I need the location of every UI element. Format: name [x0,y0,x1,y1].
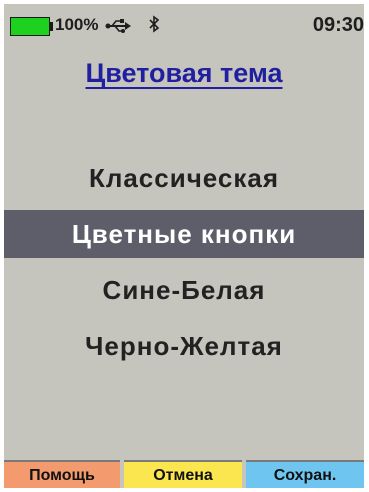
battery-tip [50,22,53,31]
status-bar: 100% 09:30 [4,4,364,48]
menu-item-colored-buttons[interactable]: Цветные кнопки [4,210,364,258]
battery-icon [10,17,53,36]
softkey-bar: Помощь Отмена Сохран. [4,460,364,488]
menu-item-black-yellow[interactable]: Черно-Желтая [4,322,364,370]
page-title: Цветовая тема [4,58,364,89]
page-title-text: Цветовая тема [85,58,283,88]
menu-item-blue-white[interactable]: Сине-Белая [4,266,364,314]
battery-fill [10,17,50,36]
cancel-button[interactable]: Отмена [124,460,242,488]
save-button[interactable]: Сохран. [246,460,364,488]
device-screen: 100% 09:30 Цветовая тема Классическая Цв… [4,4,364,488]
theme-menu: Классическая Цветные кнопки Сине-Белая Ч… [4,154,364,378]
usb-icon [105,18,131,34]
battery-percent: 100% [55,15,99,34]
menu-item-classic[interactable]: Классическая [4,154,364,202]
bluetooth-icon [148,15,160,37]
help-button[interactable]: Помощь [4,460,120,488]
clock: 09:30 [312,14,364,36]
